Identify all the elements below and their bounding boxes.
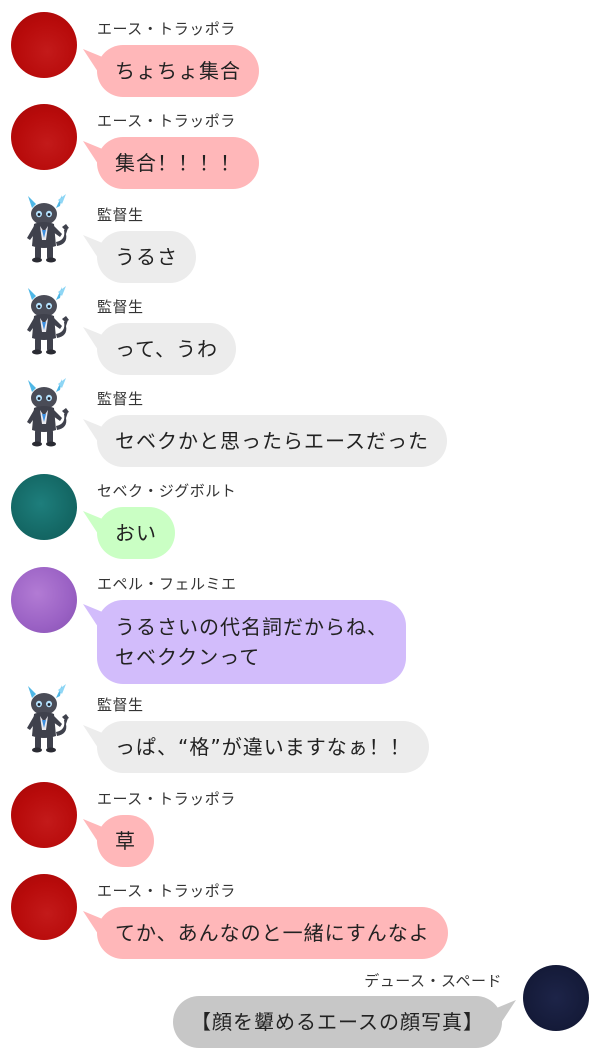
message-row: エース・トラッポラ てか、あんなのと一緒にすんなよ	[0, 864, 600, 959]
message-bubble[interactable]: セベクかと思ったらエースだった	[97, 415, 447, 467]
message-text: てか、あんなのと一緒にすんなよ	[115, 921, 430, 945]
avatar-epel[interactable]	[11, 567, 77, 633]
sender-name: デュース・スペード	[364, 972, 502, 990]
sender-name: 監督生	[97, 206, 144, 224]
cat-mascot-icon[interactable]	[22, 378, 70, 448]
message-bubble[interactable]: ちょちょ集合	[97, 45, 259, 97]
sender-name: エース・トラッポラ	[97, 112, 236, 130]
message-row: エース・トラッポラ 集合！！！！	[0, 94, 600, 189]
sender-name: セベク・ジグボルト	[97, 482, 237, 500]
message-text-line: セベククンって	[115, 645, 261, 669]
avatar-ace[interactable]	[11, 782, 77, 848]
message-bubble[interactable]: うるさ	[97, 231, 196, 283]
sender-name: エース・トラッポラ	[97, 882, 236, 900]
message-text: って、うわ	[115, 337, 218, 361]
sender-name: エース・トラッポラ	[97, 790, 236, 808]
message-bubble[interactable]: 草	[97, 815, 154, 867]
avatar-ace[interactable]	[11, 874, 77, 940]
message-bubble[interactable]: って、うわ	[97, 323, 236, 375]
sender-name: 監督生	[97, 696, 144, 714]
message-row: セベク・ジグボルト おい	[0, 464, 600, 559]
message-row: 監督生 って、うわ	[0, 280, 600, 375]
avatar-sebek[interactable]	[11, 474, 77, 540]
avatar-deuce[interactable]	[523, 965, 589, 1031]
message-bubble[interactable]: うるさいの代名詞だからね、 セベククンって	[97, 600, 406, 684]
sender-name: 監督生	[97, 390, 144, 408]
message-bubble[interactable]: てか、あんなのと一緒にすんなよ	[97, 907, 448, 959]
message-text: セベクかと思ったらエースだった	[115, 429, 429, 453]
message-bubble[interactable]: 【顔を顰めるエースの顔写真】	[173, 996, 502, 1048]
message-text: 【顔を顰めるエースの顔写真】	[191, 1010, 484, 1034]
message-text: 集合！！！！	[115, 151, 241, 175]
message-text-line: うるさいの代名詞だからね、	[115, 615, 388, 639]
cat-mascot-icon[interactable]	[22, 684, 70, 754]
message-row: エース・トラッポラ 草	[0, 772, 600, 867]
message-text: 草	[115, 829, 136, 853]
cat-mascot-icon[interactable]	[22, 194, 70, 264]
avatar-ace[interactable]	[11, 12, 77, 78]
sender-name: エース・トラッポラ	[97, 20, 236, 38]
sender-name: 監督生	[97, 298, 144, 316]
avatar-ace[interactable]	[11, 104, 77, 170]
message-bubble[interactable]: 集合！！！！	[97, 137, 259, 189]
message-row: デュース・スペード 【顔を顰めるエースの顔写真】	[0, 958, 600, 1053]
cat-mascot-icon[interactable]	[22, 286, 70, 356]
message-row: エペル・フェルミエ うるさいの代名詞だからね、 セベククンって	[0, 557, 600, 684]
chat-log[interactable]: エース・トラッポラ ちょちょ集合 エース・トラッポラ 集合！！！！ 監督生 うる…	[0, 0, 600, 1053]
message-text: おい	[115, 521, 157, 545]
message-row: エース・トラッポラ ちょちょ集合	[0, 2, 600, 97]
message-bubble[interactable]: おい	[97, 507, 175, 559]
message-row: 監督生 うるさ	[0, 188, 600, 283]
message-row: 監督生 っぱ、“格”が違いますなぁ！！	[0, 678, 600, 773]
message-row: 監督生 セベクかと思ったらエースだった	[0, 372, 600, 467]
message-text: うるさ	[115, 245, 178, 269]
sender-name: エペル・フェルミエ	[97, 575, 237, 593]
message-bubble[interactable]: っぱ、“格”が違いますなぁ！！	[97, 721, 429, 773]
message-text: っぱ、“格”が違いますなぁ！！	[115, 735, 411, 759]
message-text: ちょちょ集合	[115, 59, 241, 83]
